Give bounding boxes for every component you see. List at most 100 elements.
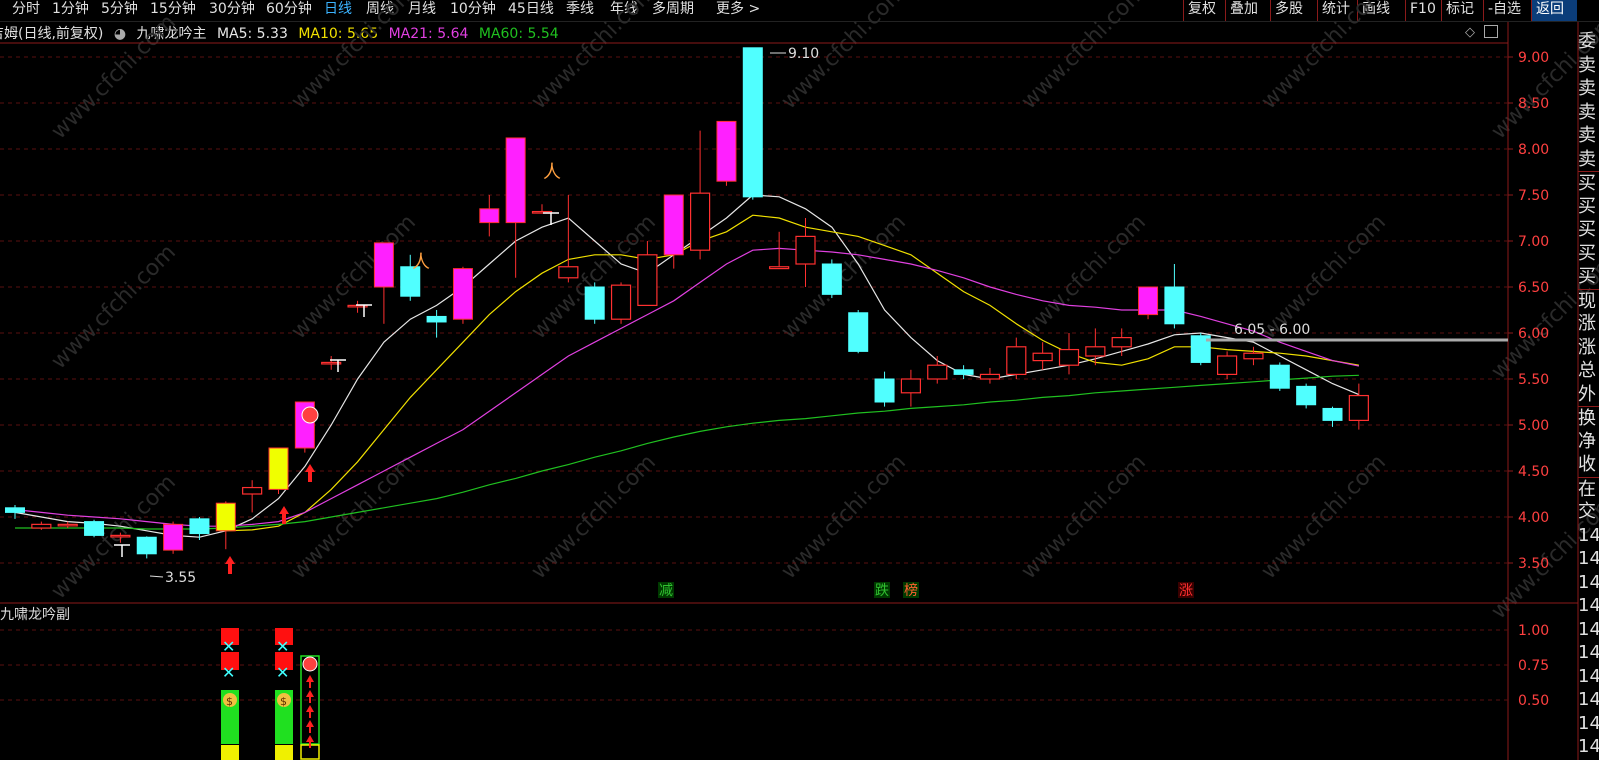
candle-body — [874, 378, 895, 403]
quote-label-18: 收 — [1578, 454, 1596, 475]
candle-body — [5, 507, 25, 513]
dollar-glyph: $ — [280, 695, 287, 708]
quote-label-4: 卖 — [1578, 125, 1596, 146]
candle-body — [84, 521, 105, 536]
candle-body — [610, 284, 632, 320]
price-axis-label: 6.50 — [1518, 280, 1549, 296]
up-arrow-icon — [306, 675, 314, 682]
quote-label-24: 14 — [1578, 595, 1599, 616]
quote-label-6: 买 — [1578, 171, 1599, 195]
up-arrow-icon — [306, 705, 314, 712]
candle-body — [900, 378, 922, 394]
price-axis-label: 9.00 — [1518, 50, 1549, 66]
candle-body — [584, 286, 605, 320]
quote-label-1: 卖 — [1578, 54, 1596, 76]
sub-axis-label: 0.50 — [1518, 693, 1549, 709]
candle-body — [189, 518, 210, 535]
signal-marker: 减 — [659, 583, 673, 599]
quote-label-22: 14 — [1578, 548, 1599, 569]
price-axis-label: 4.00 — [1518, 510, 1549, 526]
candle-body — [1032, 352, 1053, 362]
candle-body — [769, 266, 790, 270]
red-ball-icon — [301, 406, 319, 424]
quote-label-2: 卖 — [1578, 78, 1596, 99]
watermark: www.cfchi.com — [47, 10, 181, 144]
quote-label-5: 卖 — [1578, 148, 1596, 170]
quote-label-15: 外 — [1578, 383, 1596, 405]
quote-label-21: 14 — [1578, 524, 1599, 546]
quote-label-3: 卖 — [1578, 101, 1596, 123]
sub-indicator-title[interactable]: 九啸龙吟副 — [0, 604, 70, 624]
red-ball-icon — [302, 656, 318, 672]
candle-body — [426, 315, 447, 323]
price-axis-label: 5.00 — [1518, 418, 1549, 434]
sub-bar-yellow — [221, 745, 239, 760]
candle-body — [31, 523, 52, 529]
sub-axis-label: 1.00 — [1518, 623, 1549, 639]
up-arrow-icon — [225, 556, 235, 574]
quote-label-8: 买 — [1578, 219, 1596, 240]
watermark: www.cfchi.com — [777, 210, 911, 344]
price-axis-label: 8.00 — [1518, 142, 1549, 158]
quote-label-27: 14 — [1578, 665, 1599, 687]
runner-icon: 人 — [412, 252, 430, 273]
candle-body — [689, 192, 711, 251]
quote-label-28: 14 — [1578, 689, 1599, 710]
quote-label-20: 交 — [1578, 501, 1596, 522]
candle-body — [242, 486, 263, 495]
quote-label-17: 净 — [1578, 430, 1596, 452]
candle-body — [1058, 348, 1080, 366]
sub-bar-yellow — [275, 745, 293, 760]
quote-label-26: 14 — [1578, 642, 1599, 663]
candle-body — [558, 266, 579, 279]
up-arrow-icon — [306, 720, 314, 727]
candle-body — [1111, 337, 1132, 348]
watermark: www.cfchi.com — [47, 240, 181, 374]
candle-body — [927, 364, 948, 380]
sub-axis-label: 0.75 — [1518, 658, 1549, 674]
watermark: www.cfchi.com — [1017, 210, 1151, 344]
price-axis-label: 8.50 — [1518, 96, 1549, 112]
candle-body — [1006, 346, 1027, 375]
candle-body — [979, 373, 1001, 380]
price-axis-label: 3.50 — [1518, 556, 1549, 572]
candlestick-chart[interactable]: www.cfchi.com www.cfchi.com www.cfchi.com w… — [0, 0, 1599, 760]
quote-label-25: 14 — [1578, 618, 1599, 640]
quote-label-30: 14 — [1578, 736, 1599, 757]
candle-body — [848, 312, 869, 352]
signal-marker: 榜 — [904, 582, 918, 599]
candle-body — [821, 263, 842, 295]
quote-label-7: 买 — [1578, 195, 1596, 217]
price-axis-label: 7.00 — [1518, 234, 1549, 250]
range-label: 6.05 - 6.00 — [1234, 322, 1310, 338]
low-price-label: 3.55 — [165, 570, 196, 586]
candle-body — [136, 536, 157, 555]
quote-label-16: 换 — [1578, 406, 1599, 430]
candle-body — [1296, 385, 1317, 406]
low-pointer — [149, 575, 164, 578]
candle-body — [637, 254, 658, 307]
dollar-glyph: $ — [226, 695, 233, 708]
candle-body — [795, 235, 816, 265]
candle-body — [1322, 407, 1343, 421]
butterfly-icon: ✕ — [276, 637, 289, 656]
quote-label-11: 现 — [1578, 288, 1599, 313]
candle-body — [1348, 394, 1369, 421]
quote-label-29: 14 — [1578, 712, 1599, 734]
price-axis-label: 4.50 — [1518, 464, 1549, 480]
quote-label-13: 涨 — [1578, 336, 1596, 358]
quote-label-12: 涨 — [1578, 313, 1596, 334]
butterfly-icon: ✕ — [276, 663, 289, 682]
quote-label-9: 买 — [1578, 242, 1596, 264]
candle-body — [1269, 364, 1290, 389]
price-axis-label: 7.50 — [1518, 188, 1549, 204]
quote-label-19: 在 — [1578, 476, 1599, 501]
candle-body — [742, 47, 763, 198]
quote-label-14: 总 — [1578, 360, 1596, 381]
up-arrow-icon — [306, 735, 314, 742]
candle-body — [953, 369, 974, 375]
candle-body — [110, 534, 131, 538]
quote-label-0: 委 — [1578, 31, 1596, 52]
butterfly-icon: ✕ — [222, 663, 235, 682]
candle-body — [1085, 346, 1106, 357]
